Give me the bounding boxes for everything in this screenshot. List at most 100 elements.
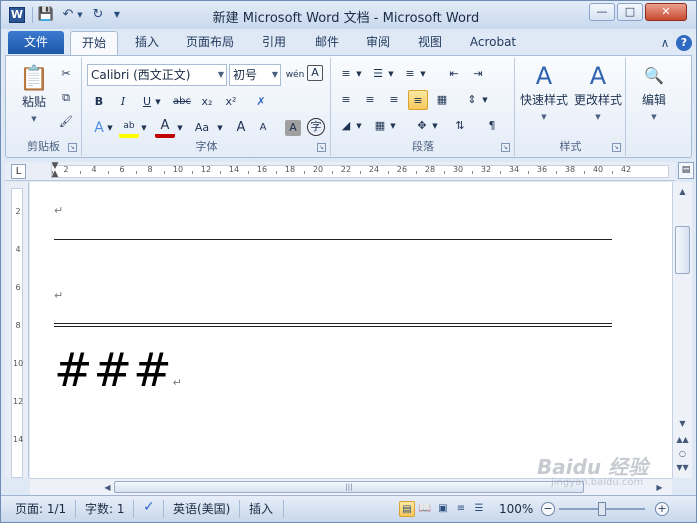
word-app-icon[interactable]: W xyxy=(9,7,25,23)
status-page[interactable]: 页面: 1/1 xyxy=(15,502,66,516)
clear-formatting-icon[interactable]: ✗ xyxy=(251,92,271,112)
tab-view[interactable]: 视图 xyxy=(409,31,451,55)
numbering-icon[interactable]: ☰ xyxy=(368,64,388,84)
editing-button[interactable]: 🔍 编辑 ▼ xyxy=(634,60,674,122)
bullets-dropdown-icon[interactable]: ▼ xyxy=(354,64,364,84)
draft-view-icon[interactable]: ☰ xyxy=(471,501,487,517)
tab-insert[interactable]: 插入 xyxy=(125,31,169,55)
grow-font-button[interactable]: A xyxy=(231,118,251,138)
font-name-dropdown-icon[interactable]: ▼ xyxy=(218,65,224,85)
ruler-scale[interactable]: 2 4 6 8 10 12 14 16 18 20 22 24 26 28 30 32 34 36 38 40 42 xyxy=(51,165,669,178)
font-size-combo[interactable]: 初号 ▼ xyxy=(229,64,281,86)
superscript-button[interactable]: x² xyxy=(221,92,241,112)
increase-indent-icon[interactable]: ⇥ xyxy=(468,64,488,84)
paste-button[interactable]: 📋 粘贴 ▼ xyxy=(12,62,56,124)
prev-page-icon[interactable]: ▲▲ xyxy=(675,432,690,447)
status-insert-mode[interactable]: 插入 xyxy=(249,502,273,516)
text-effects-dropdown-icon[interactable]: ▼ xyxy=(105,118,115,138)
bullets-icon[interactable]: ≡ xyxy=(336,64,356,84)
tab-acrobat[interactable]: Acrobat xyxy=(463,31,523,55)
change-case-dropdown-icon[interactable]: ▼ xyxy=(215,118,225,138)
multilevel-dropdown-icon[interactable]: ▼ xyxy=(418,64,428,84)
show-marks-icon[interactable]: ¶ xyxy=(482,116,502,136)
strikethrough-button[interactable]: abc xyxy=(169,92,195,112)
chinese-layout-dropdown-icon[interactable]: ▼ xyxy=(430,116,440,136)
indent-marker[interactable]: ▼ ▲ xyxy=(49,162,61,180)
decrease-indent-icon[interactable]: ⇤ xyxy=(444,64,464,84)
font-color-icon[interactable]: A xyxy=(155,118,175,138)
outline-view-icon[interactable]: ≡ xyxy=(453,501,469,517)
help-icon[interactable]: ? xyxy=(676,35,692,51)
styles-launcher-icon[interactable]: ↘ xyxy=(612,143,621,152)
align-center-icon[interactable]: ≡ xyxy=(360,90,380,110)
redo-icon[interactable]: ↻ xyxy=(89,6,107,24)
highlight-icon[interactable]: ab xyxy=(119,118,139,138)
font-launcher-icon[interactable]: ↘ xyxy=(317,143,326,152)
zoom-slider-thumb[interactable] xyxy=(598,502,606,516)
shrink-font-button[interactable]: A xyxy=(253,118,273,138)
undo-dropdown-icon[interactable]: ▼ xyxy=(75,6,85,24)
vertical-scroll-thumb[interactable] xyxy=(675,226,690,274)
vertical-ruler-scale[interactable]: 2 4 6 8 10 12 14 xyxy=(11,188,23,478)
paragraph-launcher-icon[interactable]: ↘ xyxy=(501,143,510,152)
underline-dropdown-icon[interactable]: ▼ xyxy=(153,92,163,112)
numbering-dropdown-icon[interactable]: ▼ xyxy=(386,64,396,84)
minimize-button[interactable]: — xyxy=(589,3,615,21)
font-color-dropdown-icon[interactable]: ▼ xyxy=(175,118,185,138)
align-left-icon[interactable]: ≡ xyxy=(336,90,356,110)
tab-review[interactable]: 审阅 xyxy=(357,31,399,55)
tab-references[interactable]: 引用 xyxy=(253,31,295,55)
document-canvas[interactable]: ↵ ↵ ###↵ xyxy=(30,182,672,478)
status-word-count[interactable]: 字数: 1 xyxy=(85,502,125,516)
quick-styles-button[interactable]: A 快速样式 ▼ xyxy=(518,60,570,122)
shading-icon[interactable]: ◢ xyxy=(336,116,356,136)
shading-dropdown-icon[interactable]: ▼ xyxy=(354,116,364,136)
copy-icon[interactable]: ⧉ xyxy=(56,88,76,108)
change-case-button[interactable]: Aa xyxy=(189,118,215,138)
view-ruler-button[interactable]: ▤ xyxy=(678,162,694,179)
zoom-out-button[interactable]: − xyxy=(541,502,555,516)
cut-icon[interactable]: ✂ xyxy=(56,64,76,84)
minimize-ribbon-icon[interactable]: ∧ xyxy=(657,35,673,51)
change-styles-button[interactable]: A 更改样式 ▼ xyxy=(572,60,624,122)
clear-format-icon[interactable]: A xyxy=(307,65,323,81)
proofing-icon[interactable]: ✓ xyxy=(143,500,155,514)
chinese-layout-icon[interactable]: ✥ xyxy=(412,116,432,136)
justify-icon[interactable]: ≡ xyxy=(408,90,428,110)
italic-button[interactable]: I xyxy=(113,92,133,112)
close-button[interactable]: ✕ xyxy=(645,3,687,21)
sort-icon[interactable]: ⇅ xyxy=(450,116,470,136)
phonetic-guide-icon[interactable]: wén xyxy=(285,65,305,85)
multilevel-list-icon[interactable]: ≡ xyxy=(400,64,420,84)
align-right-icon[interactable]: ≡ xyxy=(384,90,404,110)
zoom-in-button[interactable]: + xyxy=(655,502,669,516)
line-spacing-icon[interactable]: ⇕ xyxy=(462,90,482,110)
tab-stop-selector[interactable]: L xyxy=(11,164,26,179)
print-layout-view-icon[interactable]: ▤ xyxy=(399,501,415,517)
tab-home[interactable]: 开始 xyxy=(70,31,118,55)
scroll-up-icon[interactable]: ▲ xyxy=(675,184,690,199)
borders-dropdown-icon[interactable]: ▼ xyxy=(388,116,398,136)
enclose-characters-button[interactable]: 字 xyxy=(307,118,325,136)
maximize-button[interactable]: □ xyxy=(617,3,643,21)
clipboard-launcher-icon[interactable]: ↘ xyxy=(68,143,77,152)
save-icon[interactable]: 💾 xyxy=(37,6,55,24)
tab-page-layout[interactable]: 页面布局 xyxy=(179,31,241,55)
subscript-button[interactable]: x₂ xyxy=(197,92,217,112)
vertical-scrollbar[interactable]: ▲ ▼ ▲▲ ○ ▼▼ xyxy=(672,182,692,478)
scroll-right-icon[interactable]: ▶ xyxy=(652,480,667,495)
font-name-combo[interactable]: Calibri (西文正文) ▼ xyxy=(87,64,227,86)
scroll-down-icon[interactable]: ▼ xyxy=(675,416,690,431)
tab-mailings[interactable]: 邮件 xyxy=(306,31,348,55)
bold-button[interactable]: B xyxy=(89,92,109,112)
scroll-left-icon[interactable]: ◀ xyxy=(100,480,115,495)
horizontal-scrollbar[interactable]: ◀ ||| ▶ xyxy=(30,478,672,495)
tab-file[interactable]: 文件 xyxy=(8,31,64,54)
line-spacing-dropdown-icon[interactable]: ▼ xyxy=(480,90,490,110)
web-layout-icon[interactable]: ▣ xyxy=(435,501,451,517)
character-shading-button[interactable]: A xyxy=(285,120,301,136)
distributed-icon[interactable]: ▦ xyxy=(432,90,452,110)
browse-object-icon[interactable]: ○ xyxy=(675,446,690,461)
full-screen-reading-icon[interactable]: 📖 xyxy=(417,501,433,517)
highlight-dropdown-icon[interactable]: ▼ xyxy=(139,118,149,138)
